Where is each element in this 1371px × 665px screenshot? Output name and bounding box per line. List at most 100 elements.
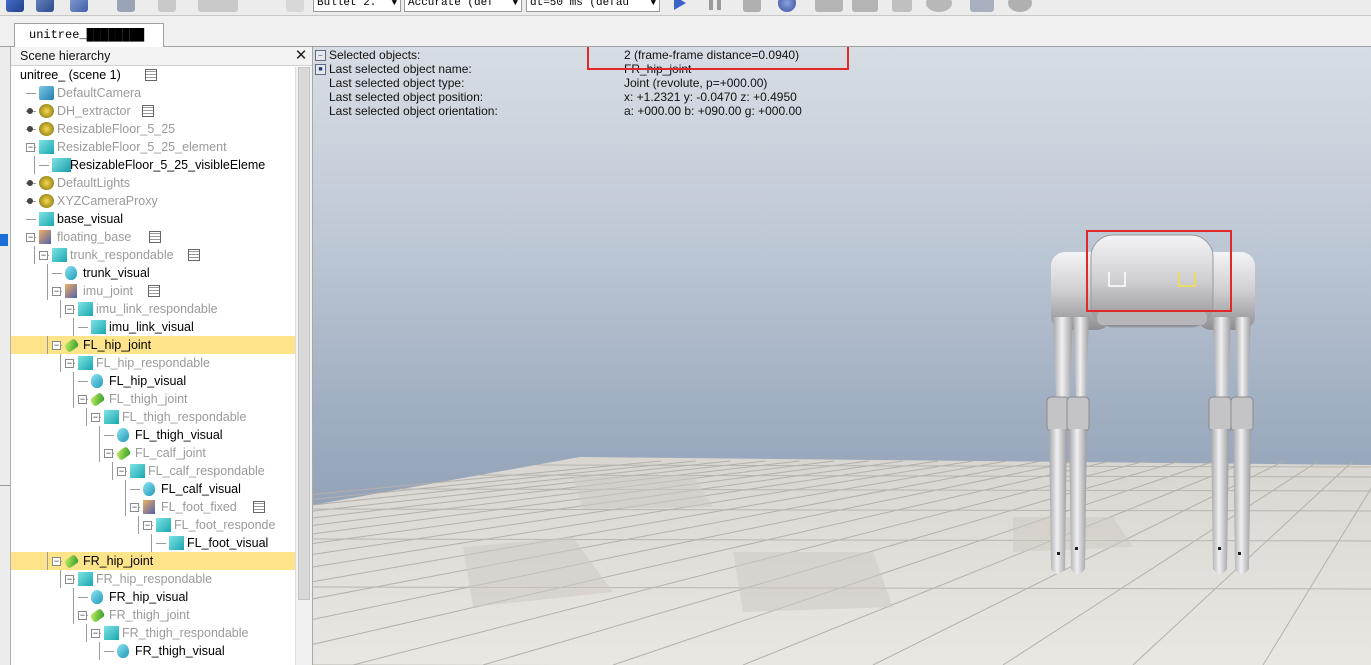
tree-connector <box>34 156 35 174</box>
script-icon[interactable] <box>144 69 157 81</box>
tree-item-fr-hip-visual[interactable]: FR_hip_visual <box>11 588 295 606</box>
save-icon[interactable] <box>117 0 135 12</box>
collapse-toggle[interactable]: − <box>26 233 35 242</box>
info-toggle-button[interactable]: ■ <box>315 64 326 75</box>
stop-icon[interactable] <box>743 0 761 12</box>
tree-item-xyzcameraproxy[interactable]: XYZCameraProxy <box>11 192 295 210</box>
collapse-toggle[interactable]: − <box>78 395 87 404</box>
play-icon[interactable] <box>670 0 688 12</box>
tree-item-unitree-scene-1[interactable]: unitree_ (scene 1) <box>11 66 295 84</box>
script-icon[interactable] <box>142 105 155 117</box>
rabbit-icon[interactable] <box>852 0 878 12</box>
collapse-toggle[interactable]: − <box>130 503 139 512</box>
tree-connector <box>73 372 74 390</box>
tree-item-dh-extractor[interactable]: DH_extractor <box>11 102 295 120</box>
eye-icon[interactable] <box>926 0 952 12</box>
scrollbar-thumb[interactable] <box>298 67 310 600</box>
collapse-toggle[interactable]: − <box>39 251 48 260</box>
script-icon[interactable] <box>252 501 265 513</box>
collapse-toggle[interactable]: − <box>104 449 113 458</box>
tree-connector <box>60 300 61 318</box>
script-icon[interactable] <box>188 249 201 261</box>
collapse-toggle[interactable]: − <box>91 629 100 638</box>
move-icon[interactable] <box>36 0 54 12</box>
tab-scene[interactable]: unitree_████████ <box>14 23 164 47</box>
tree-item-trunk-respondable[interactable]: − trunk_respondable <box>11 246 295 264</box>
tree-item-fr-hip-joint[interactable]: − FR_hip_joint <box>11 552 295 570</box>
tree-item-floating-base[interactable]: − floating_base <box>11 228 295 246</box>
tree-item-fl-thigh-visual[interactable]: FL_thigh_visual <box>11 426 295 444</box>
tree-item-fl-thigh-joint[interactable]: − FL_thigh_joint <box>11 390 295 408</box>
undo-icon[interactable] <box>158 0 176 12</box>
collapse-toggle[interactable]: − <box>78 611 87 620</box>
close-icon[interactable]: ✕ <box>293 48 309 64</box>
tree-item-defaultlights[interactable]: DefaultLights <box>11 174 295 192</box>
visual-icon[interactable] <box>286 0 304 12</box>
collapse-toggle[interactable]: − <box>52 557 61 566</box>
select-icon[interactable] <box>6 0 24 12</box>
tree-item-fl-hip-visual[interactable]: FL_hip_visual <box>11 372 295 390</box>
dt-select[interactable]: dt=50 ms (defau ▼ <box>526 0 660 12</box>
tree-item-base-visual[interactable]: base_visual <box>11 210 295 228</box>
tree-item-label: FL_calf_joint <box>135 446 206 460</box>
collapse-toggle[interactable]: − <box>117 467 126 476</box>
info-value: a: +000.00 b: +090.00 g: +000.00 <box>624 104 802 118</box>
expand-dot[interactable] <box>27 198 33 204</box>
tree-item-fl-foot-responde[interactable]: − FL_foot_responde <box>11 516 295 534</box>
expand-dot[interactable] <box>27 126 33 132</box>
tree-item-imu-link-respondable[interactable]: − imu_link_respondable <box>11 300 295 318</box>
tree-item-resizablefloor-5-25-element[interactable]: − ResizableFloor_5_25_element <box>11 138 295 156</box>
tree-item-resizablefloor-5-25[interactable]: ResizableFloor_5_25 <box>11 120 295 138</box>
collapse-toggle[interactable]: − <box>65 575 74 584</box>
hierarchy-scrollbar[interactable] <box>295 67 312 665</box>
tree-item-fl-hip-respondable[interactable]: − FL_hip_respondable <box>11 354 295 372</box>
tree-item-label: FR_thigh_visual <box>135 644 225 658</box>
tree-item-fl-hip-joint[interactable]: − FL_hip_joint <box>11 336 295 354</box>
expand-dot[interactable] <box>27 180 33 186</box>
collapse-toggle[interactable]: − <box>91 413 100 422</box>
collapse-toggle[interactable]: − <box>26 143 35 152</box>
realtime-icon[interactable] <box>778 0 796 12</box>
tree-item-fl-foot-visual[interactable]: FL_foot_visual <box>11 534 295 552</box>
collapse-toggle[interactable]: − <box>65 359 74 368</box>
pause-icon[interactable] <box>706 0 724 12</box>
tree-item-defaultcamera[interactable]: DefaultCamera <box>11 84 295 102</box>
wand-icon[interactable] <box>892 0 912 12</box>
force-icon <box>39 230 51 244</box>
expand-dot[interactable] <box>27 108 33 114</box>
joint-icon <box>89 392 106 407</box>
collapse-toggle[interactable]: − <box>52 341 61 350</box>
tree-item-fl-foot-fixed[interactable]: − FL_foot_fixed <box>11 498 295 516</box>
tree-item-fl-calf-respondable[interactable]: − FL_calf_respondable <box>11 462 295 480</box>
accuracy-select[interactable]: Accurate (def ▼ <box>404 0 522 12</box>
tree-connector <box>130 489 140 490</box>
tree-item-fl-calf-joint[interactable]: − FL_calf_joint <box>11 444 295 462</box>
tree-item-fr-thigh-visual[interactable]: FR_thigh_visual <box>11 642 295 660</box>
collapse-toggle[interactable]: − <box>143 521 152 530</box>
scene-viewport[interactable]: Selected objects: 2 (frame-frame distance… <box>313 47 1371 665</box>
collapse-toggle[interactable]: − <box>52 287 61 296</box>
rotate-icon[interactable] <box>70 0 88 12</box>
turtle-icon[interactable] <box>815 0 843 12</box>
collapse-info-button[interactable]: – <box>315 50 326 61</box>
engine-select[interactable]: Bullet 2. ▼ <box>313 0 401 12</box>
tree-item-label: FR_hip_joint <box>83 554 154 568</box>
page-icon[interactable] <box>970 0 994 12</box>
scene-tab-bar: unitree_████████ <box>0 16 1371 47</box>
tree-item-trunk-visual[interactable]: trunk_visual <box>11 264 295 282</box>
tree-item-fr-hip-respondable[interactable]: − FR_hip_respondable <box>11 570 295 588</box>
collapse-toggle[interactable]: − <box>65 305 74 314</box>
tree-item-fr-thigh-joint[interactable]: − FR_thigh_joint <box>11 606 295 624</box>
force-icon <box>143 500 155 514</box>
tree-item-imu-joint[interactable]: − imu_joint <box>11 282 295 300</box>
tree-item-resizablefloor-5-25-visibleeleme[interactable]: ResizableFloor_5_25_visibleEleme <box>11 156 295 174</box>
tree-item-fl-thigh-respondable[interactable]: − FL_thigh_respondable <box>11 408 295 426</box>
script-icon[interactable] <box>148 231 161 243</box>
redo-icon[interactable] <box>198 0 238 12</box>
tree-item-imu-link-visual[interactable]: imu_link_visual <box>11 318 295 336</box>
gear-icon[interactable] <box>1008 0 1032 12</box>
tree-item-fr-thigh-respondable[interactable]: − FR_thigh_respondable <box>11 624 295 642</box>
script-icon[interactable] <box>148 285 161 297</box>
tree-item-fl-calf-visual[interactable]: FL_calf_visual <box>11 480 295 498</box>
tree-item-label: imu_joint <box>83 284 134 298</box>
